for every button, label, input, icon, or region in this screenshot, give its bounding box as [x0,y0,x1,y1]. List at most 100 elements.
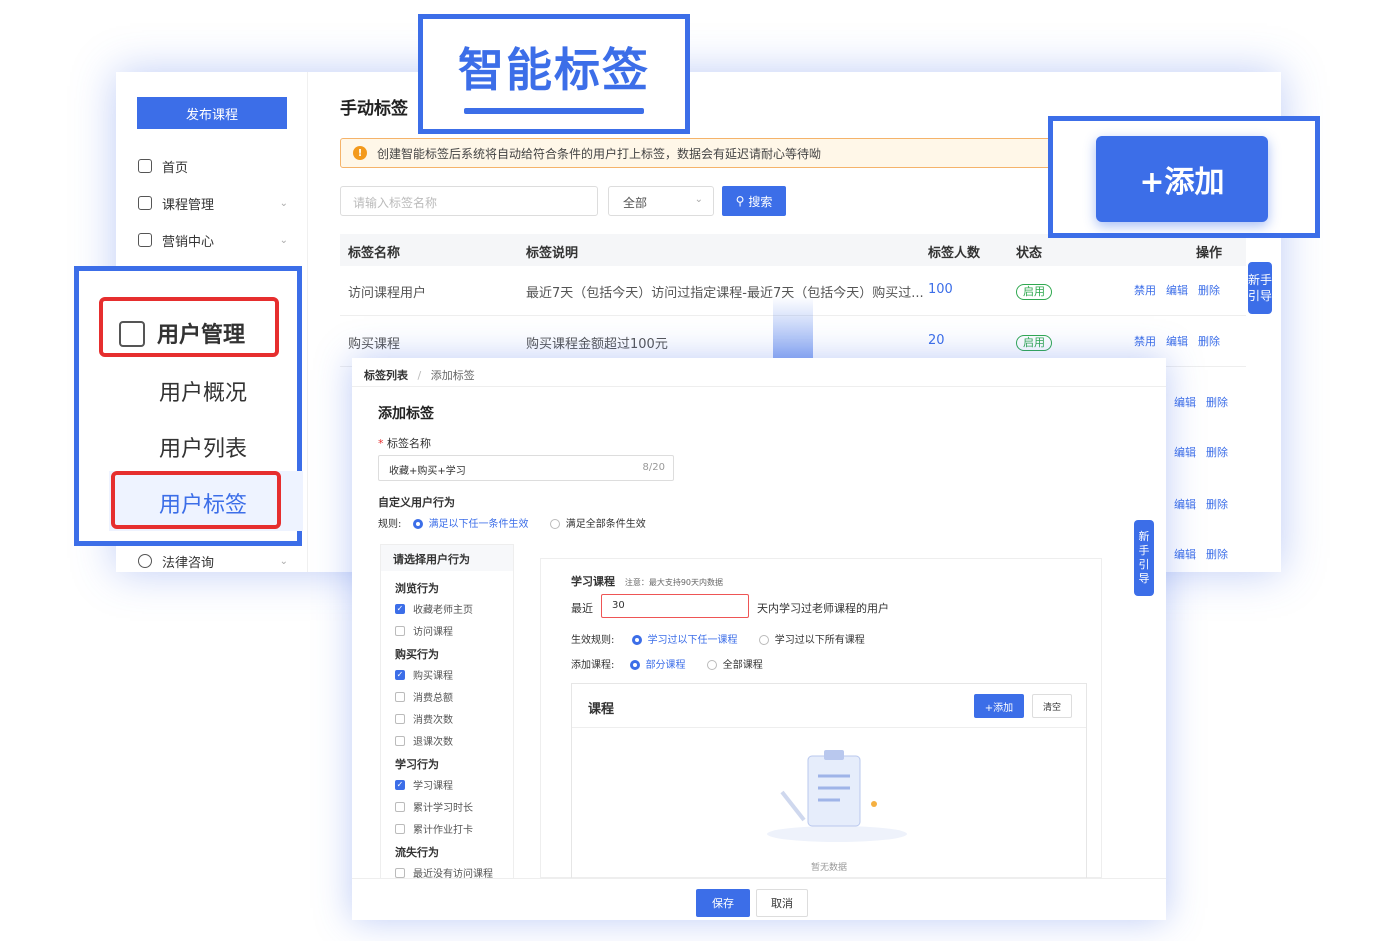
add-course-row: 添加课程: 部分课程 全部课程 [571,660,763,671]
user-overview-item[interactable]: 用户概况 [159,375,247,407]
breadcrumb: 标签列表 / 添加标签 [364,369,475,382]
effect-rule-row: 生效规则: 学习过以下任一课程 学习过以下所有课程 [571,635,865,646]
checkbox-favorite-teacher[interactable]: ✓ 收藏老师主页 [395,601,473,616]
effect-all-radio[interactable]: 学习过以下所有课程 [758,635,865,646]
group-churn: 流失行为 [395,846,439,859]
group-study: 学习行为 [395,758,439,771]
chevron-down-icon: ⌄ [279,234,288,246]
chevron-down-icon: ⌄ [279,197,288,209]
table-header: 标签名称 标签说明 标签人数 状态 操作 [340,234,1246,266]
rule-all-radio[interactable]: 满足全部条件生效 [549,519,646,530]
course-icon [138,196,152,210]
sidebar-item-home[interactable]: 首页 [138,152,288,180]
publish-course-button[interactable]: 发布课程 [137,97,287,129]
checkbox-total-spend[interactable]: 消费总额 [395,689,453,704]
checkbox-buy-course[interactable]: ✓ 购买课程 [395,667,453,682]
user-management-icon [119,321,145,347]
search-button[interactable]: ⚲ 搜索 [722,186,786,216]
empty-clipboard-icon [767,750,907,842]
char-count: 8/20 [642,462,665,473]
marketing-icon [138,233,152,247]
user-menu-callout: 用户管理 用户概况 用户列表 用户标签 [74,266,303,546]
page-title: 手动标签 [340,99,408,119]
tag-name-search-input[interactable]: 请输入标签名称 [340,186,598,216]
checkbox-study-course[interactable]: ✓ 学习课程 [395,777,453,792]
edit-link[interactable]: 编辑 [1174,546,1196,562]
breadcrumb-tag-list[interactable]: 标签列表 [364,369,408,382]
tab-underline [464,108,644,114]
page-title: 添加标签 [378,406,434,422]
checkbox-refund-times[interactable]: 退课次数 [395,733,453,748]
col-count: 标签人数 [928,246,981,261]
delete-link[interactable]: 删除 [1206,546,1228,562]
search-icon: ⚲ [735,194,745,208]
col-status: 状态 [1016,246,1043,261]
edit-link[interactable]: 编辑 [1174,444,1196,460]
add-button-callout: +添加 [1048,116,1320,238]
rule-row: 规则: 满足以下任一条件生效 满足全部条件生效 [378,519,646,530]
beginner-guide-tab[interactable]: 新手引导 [1248,262,1272,314]
sidebar-item-marketing[interactable]: 营销中心 ⌄ [138,226,288,254]
sidebar-item-course[interactable]: 课程管理 ⌄ [138,189,288,217]
warning-icon: ! [353,146,367,160]
behavior-title: 自定义用户行为 [378,496,455,509]
chevron-down-icon: ⌄ [694,194,703,205]
beginner-guide-tab-front[interactable]: 新手引导 [1134,520,1154,596]
breadcrumb-add-tag: 添加标签 [430,369,475,382]
partial-course-radio[interactable]: 部分课程 [629,660,686,671]
checkbox-visit-course[interactable]: 访问课程 [395,623,453,638]
user-list-item[interactable]: 用户列表 [159,431,247,463]
add-tag-button[interactable]: +添加 [1096,136,1268,222]
checkbox-homework[interactable]: 累计作业打卡 [395,821,473,836]
tag-name-field[interactable]: 收藏+购买+学习 8/20 [378,455,674,481]
rule-any-radio[interactable]: 满足以下任一条件生效 [412,519,529,530]
study-config-panel: 学习课程 注意：最大支持90天内数据 最近 30 天内学习过老师课程的用户 生效… [540,558,1102,879]
edit-link[interactable]: 编辑 [1174,394,1196,410]
notice-banner: ! 创建智能标签后系统将自动给符合条件的用户打上标签，数据会有延迟请耐心等待呦 [340,138,1060,168]
status-badge: 启用 [1016,335,1052,351]
col-ops: 操作 [1196,246,1223,261]
user-tags-item[interactable]: 用户标签 [159,487,247,519]
delete-link[interactable]: 删除 [1198,282,1220,298]
recent-suffix: 天内学习过老师课程的用户 [757,602,889,615]
chevron-down-icon: ⌄ [279,555,288,567]
group-browse: 浏览行为 [395,582,439,595]
group-purchase: 购买行为 [395,648,439,661]
checkbox-study-time[interactable]: 累计学习时长 [395,799,473,814]
cancel-button[interactable]: 取消 [756,889,808,917]
clear-button[interactable]: 清空 [1032,694,1072,718]
delete-link[interactable]: 删除 [1198,333,1220,349]
all-course-radio[interactable]: 全部课程 [706,660,763,671]
study-title: 学习课程 注意：最大支持90天内数据 [571,575,724,588]
status-select[interactable]: 全部 ⌄ [608,186,714,216]
recent-days-input[interactable]: 30 [601,594,749,618]
delete-link[interactable]: 删除 [1206,394,1228,410]
behavior-panel-title: 请选择用户行为 [381,545,513,571]
add-course-button[interactable]: +添加 [974,694,1024,718]
edit-link[interactable]: 编辑 [1166,282,1188,298]
status-badge: 启用 [1016,284,1052,300]
course-box: 课程 +添加 清空 暂无数据 [571,683,1087,879]
user-management-label[interactable]: 用户管理 [157,317,245,349]
col-desc: 标签说明 [526,246,579,261]
sidebar-item-legal[interactable]: 法律咨询 ⌄ [138,547,288,572]
edit-link[interactable]: 编辑 [1174,496,1196,512]
save-button[interactable]: 保存 [696,889,750,917]
checkbox-spend-times[interactable]: 消费次数 [395,711,453,726]
disable-link[interactable]: 禁用 [1134,282,1156,298]
behavior-panel: 请选择用户行为 浏览行为 ✓ 收藏老师主页 访问课程 购买行为 ✓ 购买课程 消费总… [380,544,514,884]
tag-name-label: * 标签名称 [378,437,431,450]
home-icon [138,159,152,173]
disable-link[interactable]: 禁用 [1134,333,1156,349]
delete-link[interactable]: 删除 [1206,496,1228,512]
edit-link[interactable]: 编辑 [1166,333,1188,349]
smart-label-callout: 智能标签 [418,14,690,134]
smart-label-title: 智能标签 [458,43,650,97]
more-rows-ops: 编辑 删除 编辑 删除 编辑 删除 编辑 删除 [1166,376,1246,572]
delete-link[interactable]: 删除 [1206,444,1228,460]
effect-any-radio[interactable]: 学习过以下任一课程 [631,635,738,646]
course-title: 课程 [588,702,615,717]
recent-label: 最近 [571,602,593,615]
chat-icon [138,554,152,568]
empty-text: 暂无数据 [810,863,847,873]
